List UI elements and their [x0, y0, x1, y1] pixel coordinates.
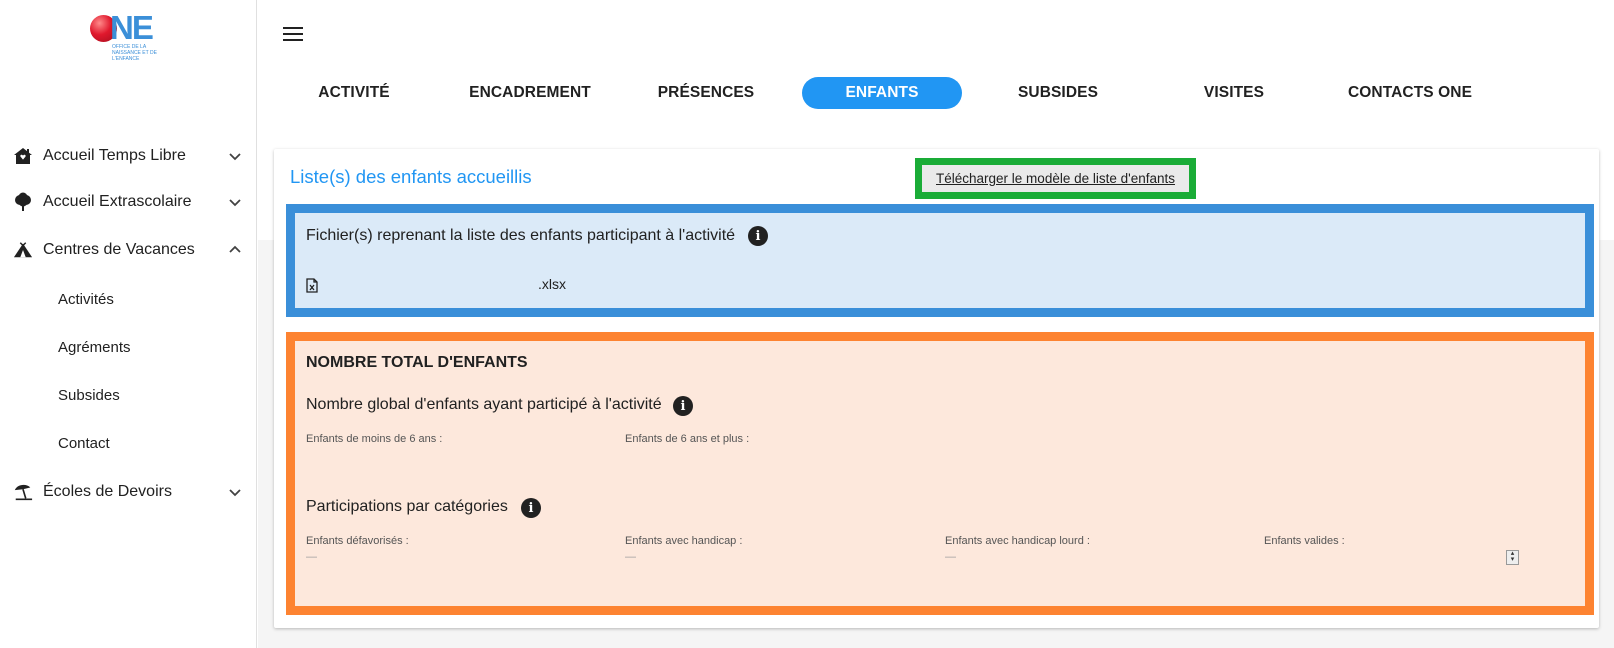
category-value[interactable]: — — [306, 551, 317, 563]
sidebar-item-accueil-temps-libre[interactable]: Accueil Temps Libre — [0, 136, 256, 176]
category-label: Enfants avec handicap lourd : — [945, 535, 1090, 547]
one-logo[interactable]: NE Office de la naissance et de l'enfanc… — [90, 9, 170, 62]
sidebar-subitem-subsides[interactable]: Subsides — [58, 387, 120, 404]
sidebar-item-ecoles-de-devoirs[interactable]: Écoles de Devoirs — [0, 472, 256, 512]
tab-visites[interactable]: VISITES — [1154, 77, 1314, 109]
house-icon — [13, 146, 33, 166]
download-template-button[interactable]: Télécharger le modèle de liste d'enfants — [922, 165, 1189, 192]
beach-umbrella-icon — [13, 482, 33, 502]
files-section — [286, 204, 1594, 317]
logo-word: NE — [110, 9, 154, 46]
menu-icon[interactable] — [283, 27, 303, 43]
file-name[interactable]: .xlsx — [538, 276, 566, 292]
logo-subtitle: Office de la naissance et de l'enfance — [112, 44, 157, 62]
files-section-label: Fichier(s) reprenant la liste des enfant… — [306, 227, 736, 244]
totals-heading: NOMBRE TOTAL D'ENFANTS — [306, 354, 528, 371]
sidebar-item-label: Écoles de Devoirs — [43, 483, 172, 500]
category-value[interactable]: — — [625, 551, 636, 563]
sidebar-subitem-activites[interactable]: Activités — [58, 291, 114, 308]
under-6-label: Enfants de moins de 6 ans : — [306, 433, 443, 445]
card-title: Liste(s) des enfants accueillis — [290, 166, 532, 187]
download-template-frame: Télécharger le modèle de liste d'enfants — [915, 158, 1196, 199]
tab-subsides[interactable]: SUBSIDES — [978, 77, 1138, 109]
tent-icon — [13, 240, 33, 260]
categories-label: Participations par catégories — [306, 498, 508, 515]
sidebar-item-accueil-extrascolaire[interactable]: Accueil Extrascolaire — [0, 182, 256, 222]
category-label: Enfants défavorisés : — [306, 535, 409, 547]
tab-encadrement[interactable]: ENCADREMENT — [450, 77, 610, 109]
tab-activite[interactable]: ACTIVITÉ — [274, 77, 434, 109]
chevron-up-icon — [229, 245, 241, 253]
xlsx-file-link[interactable] — [306, 276, 318, 294]
chevron-down-icon — [229, 153, 241, 161]
chevron-down-icon — [229, 199, 241, 207]
tab-enfants[interactable]: ENFANTS — [802, 77, 962, 109]
tab-contacts-one[interactable]: CONTACTS ONE — [1330, 77, 1490, 109]
tab-presences[interactable]: PRÉSENCES — [626, 77, 786, 109]
over-6-label: Enfants de 6 ans et plus : — [625, 433, 750, 445]
sidebar-subitem-agrements[interactable]: Agréments — [58, 339, 131, 356]
info-icon[interactable]: i — [673, 396, 693, 416]
global-count-label: Nombre global d'enfants ayant participé … — [306, 396, 662, 413]
tree-icon — [13, 192, 33, 212]
sidebar-item-label: Accueil Temps Libre — [43, 147, 186, 164]
totals-section — [286, 332, 1594, 615]
info-icon[interactable]: i — [521, 498, 541, 518]
number-stepper[interactable]: ▴ ▾ — [1506, 550, 1519, 565]
chevron-down-icon — [229, 489, 241, 497]
excel-file-icon — [306, 277, 318, 293]
info-icon[interactable]: i — [748, 226, 768, 246]
sidebar-subitem-contact[interactable]: Contact — [58, 435, 110, 452]
sidebar: NE Office de la naissance et de l'enfanc… — [0, 0, 257, 648]
category-value[interactable]: — — [945, 551, 956, 563]
category-label: Enfants valides : — [1264, 535, 1345, 547]
category-label: Enfants avec handicap : — [625, 535, 743, 547]
sidebar-item-label: Accueil Extrascolaire — [43, 193, 192, 210]
sidebar-item-label: Centres de Vacances — [43, 241, 195, 258]
sidebar-item-centres-de-vacances[interactable]: Centres de Vacances — [0, 230, 256, 270]
